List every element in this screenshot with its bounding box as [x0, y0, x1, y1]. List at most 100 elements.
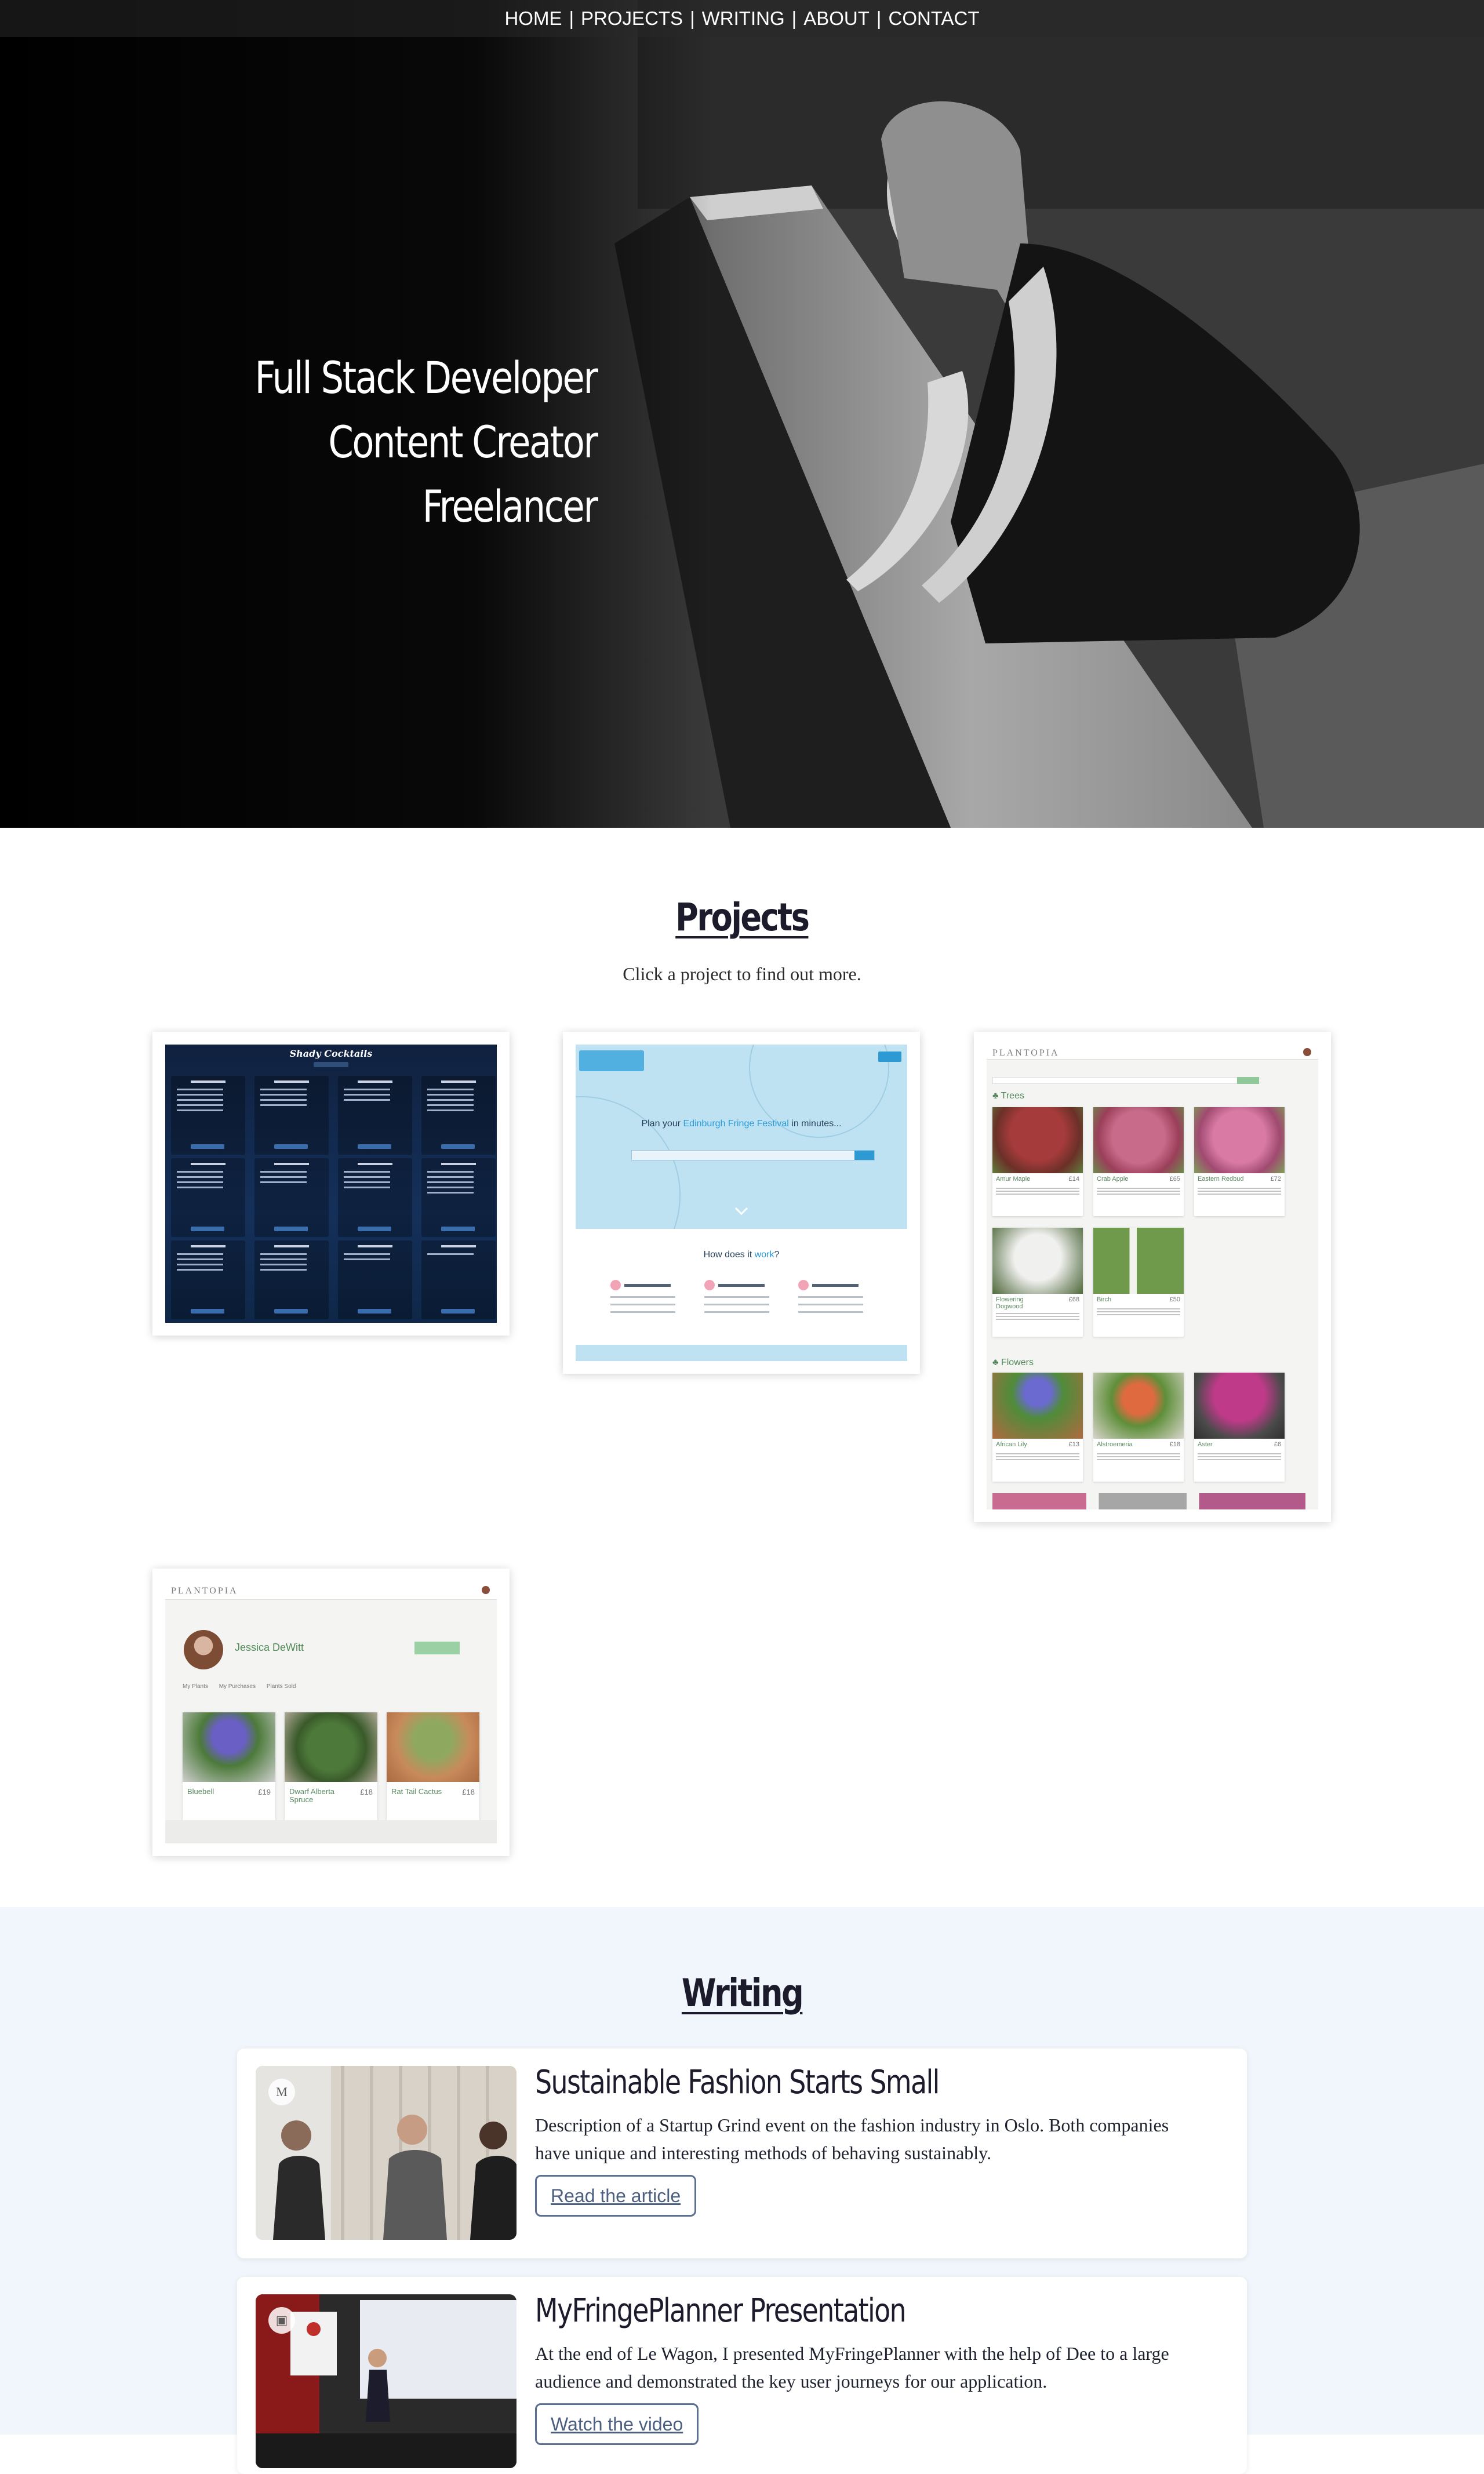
plant-price: £14	[1068, 1176, 1079, 1183]
nav-about[interactable]: ABOUT	[803, 8, 870, 30]
read-article-button[interactable]: Read the article	[535, 2175, 697, 2217]
writing-post: ▣ MyFringePlanner Presentation At the en…	[237, 2277, 1247, 2474]
projects-heading: Projects	[0, 895, 1484, 940]
plant-name: Dwarf Alberta Spruce	[289, 1787, 335, 1804]
plantopia-section-label: Flowers	[1001, 1358, 1034, 1367]
fringe-hero	[576, 1045, 907, 1229]
hero-tagline: Full Stack Developer Content Creator Fre…	[254, 345, 599, 539]
plant-price: £18	[1169, 1441, 1180, 1448]
nav-writing[interactable]: WRITING	[702, 8, 785, 30]
profile-tabs: My Plants My Purchases Plants Sold	[183, 1683, 305, 1690]
plant-card: Crab Apple £65	[1093, 1107, 1184, 1216]
post-description: Description of a Startup Grind event on …	[535, 2115, 1169, 2163]
project-card-cocktails[interactable]: Shady Cocktails	[152, 1032, 510, 1336]
nav-separator: |	[876, 8, 882, 29]
plant-price: £6	[1274, 1441, 1281, 1448]
plant-name: Flowering Dogwood	[996, 1296, 1024, 1310]
nav-contact[interactable]: CONTACT	[888, 8, 979, 30]
cocktail-column	[338, 1076, 412, 1155]
medium-icon: M	[268, 2079, 295, 2105]
plant-name: Eastern Redbud	[1198, 1176, 1244, 1183]
plant-name: Rat Tail Cactus	[391, 1787, 442, 1796]
projects-section: Projects Click a project to find out mor…	[0, 828, 1484, 1907]
plant-price: £65	[1169, 1176, 1180, 1183]
cocktail-column	[171, 1240, 245, 1319]
fringe-how-post: ?	[774, 1250, 780, 1260]
project-card-plantopia[interactable]: PLANTOPIA ♣ Trees Amur Maple £14 Crab App…	[974, 1032, 1331, 1522]
project-card-fringe-planner[interactable]: Plan your Edinburgh Fringe Festival in m…	[563, 1032, 920, 1374]
cocktail-column	[171, 1158, 245, 1237]
hero-line-2: Content Creator	[328, 416, 599, 468]
fringe-how-link: work	[754, 1250, 774, 1260]
plantopia-search-bar	[992, 1077, 1259, 1084]
leaf-icon: ♣	[992, 1091, 999, 1101]
watch-video-button[interactable]: Watch the video	[535, 2403, 699, 2445]
projects-heading-text: Projects	[675, 895, 810, 940]
cocktails-screenshot: Shady Cocktails	[165, 1045, 497, 1323]
hero-line-1: Full Stack Developer	[254, 352, 598, 403]
fringe-how-heading: How does it work?	[576, 1250, 907, 1260]
fringe-screenshot: Plan your Edinburgh Fringe Festival in m…	[576, 1045, 907, 1361]
post-title: Sustainable Fashion Starts Small	[535, 2064, 940, 2101]
cocktails-add-button	[314, 1062, 348, 1067]
plant-price: £50	[1169, 1296, 1180, 1303]
post-thumbnail[interactable]: ▣	[256, 2294, 517, 2468]
plant-price: £19	[258, 1788, 271, 1796]
plant-price: £18	[360, 1788, 373, 1796]
avatar	[1303, 1048, 1311, 1056]
fringe-headline: Plan your Edinburgh Fringe Festival in m…	[576, 1119, 907, 1129]
add-plant-button	[414, 1642, 460, 1654]
nav-separator: |	[690, 8, 695, 29]
fringe-step	[610, 1280, 680, 1314]
cocktail-column	[338, 1240, 412, 1319]
post-description: At the end of Le Wagon, I presented MyFr…	[535, 2343, 1169, 2392]
post-thumbnail[interactable]: M	[256, 2066, 517, 2240]
nav-projects[interactable]: PROJECTS	[581, 8, 683, 30]
plant-price: £68	[1068, 1296, 1079, 1303]
purchase-card: Rat Tail Cactus £18	[387, 1712, 479, 1824]
profile-photo	[184, 1630, 223, 1669]
tab-my-plants: My Plants	[183, 1683, 208, 1690]
cocktail-column	[254, 1076, 329, 1155]
hero-photo	[0, 0, 1484, 828]
plant-name: Bluebell	[187, 1787, 214, 1796]
plant-name: Amur Maple	[996, 1176, 1031, 1183]
plantopia-logo: PLANTOPIA	[992, 1048, 1060, 1058]
hero-section: Full Stack Developer Content Creator Fre…	[0, 0, 1484, 828]
writing-heading-text: Writing	[681, 1971, 804, 2015]
plant-card: Flowering Dogwood £68	[992, 1228, 1083, 1337]
plant-name: Aster	[1198, 1441, 1213, 1448]
cocktail-column	[254, 1158, 329, 1237]
video-icon: ▣	[268, 2307, 295, 2334]
writing-post: M Sustainable Fashion Starts Small Descr…	[237, 2049, 1247, 2258]
plant-card: Eastern Redbud £72	[1194, 1107, 1285, 1216]
cocktail-column	[171, 1076, 245, 1155]
plant-price: £18	[462, 1788, 475, 1796]
plantopia-header: PLANTOPIA	[165, 1581, 497, 1600]
purchase-card: Bluebell £19	[183, 1712, 275, 1824]
project-card-plantopia-profile[interactable]: PLANTOPIA Jessica DeWitt My Plants My Pu…	[152, 1569, 510, 1856]
profile-footer	[165, 1820, 497, 1843]
plant-name: African Lily	[996, 1441, 1027, 1448]
fringe-headline-pre: Plan your	[641, 1119, 681, 1129]
fringe-search-bar	[631, 1150, 875, 1160]
projects-subtitle: Click a project to find out more.	[623, 963, 861, 984]
profile-name: Jessica DeWitt	[235, 1642, 304, 1653]
plant-card: Amur Maple £14	[992, 1107, 1083, 1216]
profile-screenshot: PLANTOPIA Jessica DeWitt My Plants My Pu…	[165, 1581, 497, 1843]
plant-name: Birch	[1097, 1296, 1112, 1303]
fringe-step	[798, 1280, 868, 1314]
plantopia-section-flowers: ♣ Flowers	[992, 1358, 1034, 1368]
plant-card: Alstroemeria £18	[1093, 1373, 1184, 1482]
cocktails-title: Shady Cocktails	[289, 1048, 373, 1059]
avatar	[482, 1586, 490, 1594]
plant-name: Crab Apple	[1097, 1176, 1129, 1183]
nav-home[interactable]: HOME	[504, 8, 562, 30]
cocktail-column	[421, 1240, 496, 1319]
purchase-card: Dwarf Alberta Spruce £18	[285, 1712, 377, 1824]
leaf-icon: ♣	[992, 1358, 999, 1367]
plantopia-logo: PLANTOPIA	[171, 1586, 238, 1596]
fringe-footer	[576, 1345, 907, 1361]
nav-separator: |	[569, 8, 574, 29]
plant-price: £72	[1270, 1176, 1281, 1183]
